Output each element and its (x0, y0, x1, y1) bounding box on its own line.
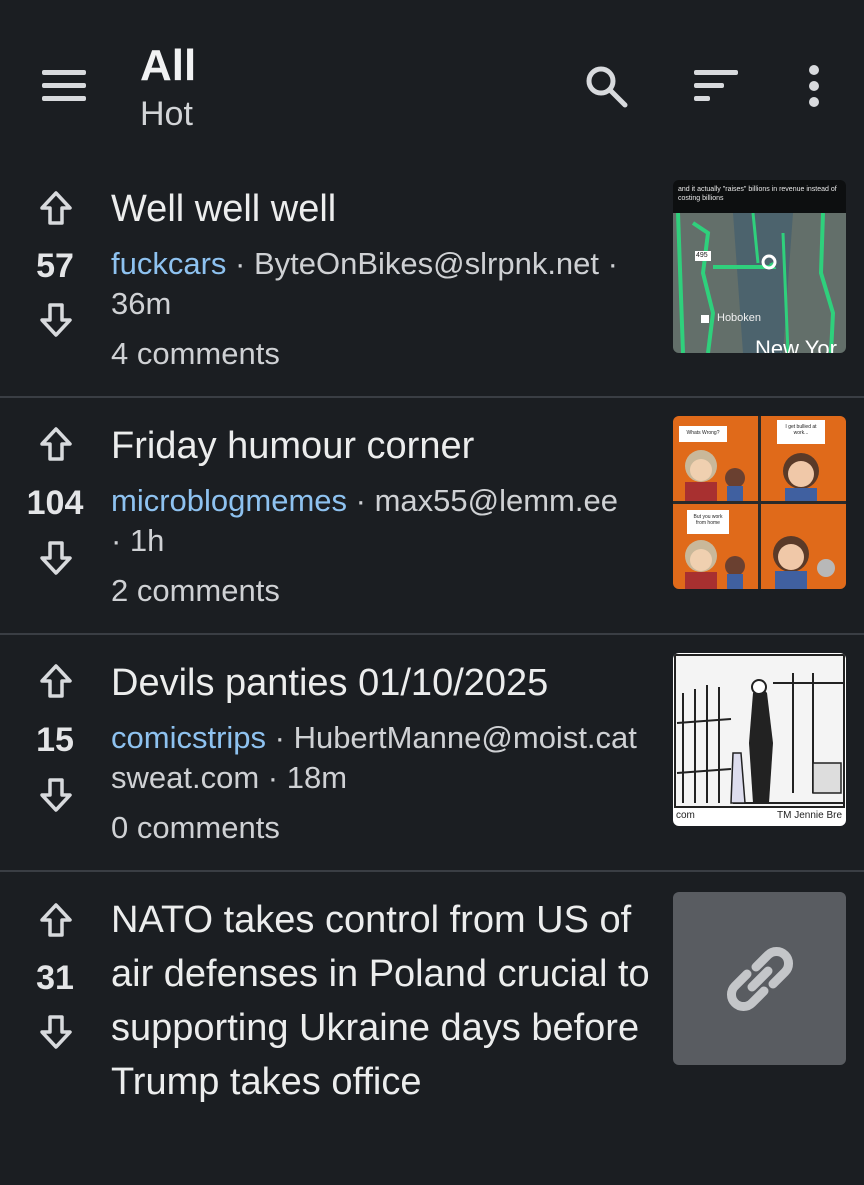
sort-icon[interactable] (690, 60, 742, 112)
upvote-arrow-icon[interactable] (36, 900, 76, 940)
post-item[interactable]: 57 Well well well fuckcars · ByteOnBikes… (0, 160, 864, 398)
comic-caption: com (676, 810, 695, 821)
comment-count[interactable]: 4 comments (111, 334, 656, 374)
downvote-arrow-icon[interactable] (36, 775, 76, 815)
search-icon[interactable] (580, 60, 632, 112)
map-label: 495 (696, 252, 708, 259)
map-label: New Yor (755, 336, 837, 353)
link-icon (726, 946, 793, 1011)
score: 104 (26, 484, 84, 522)
more-options-icon[interactable] (788, 60, 840, 112)
upvote-arrow-icon[interactable] (36, 424, 76, 464)
page-title: All (140, 41, 197, 90)
post-title[interactable]: Friday humour corner (111, 419, 656, 473)
map-label: Hoboken (717, 312, 762, 324)
community-link[interactable]: comicstrips (111, 720, 266, 755)
post-title[interactable]: Well well well (111, 182, 656, 236)
speech-bubble: Whats Wrong? (686, 430, 720, 436)
speech-bubble: I get bullied at work... (785, 424, 817, 436)
post-item[interactable]: 104 Friday humour corner microblogmemes … (0, 398, 864, 635)
upvote-arrow-icon[interactable] (36, 661, 76, 701)
downvote-arrow-icon[interactable] (36, 1012, 76, 1052)
downvote-arrow-icon[interactable] (36, 538, 76, 578)
post-thumbnail[interactable]: and it actually "raises" billions in rev… (673, 180, 846, 353)
post-thumbnail[interactable]: Whats Wrong? I get bullied at work... Bu… (673, 416, 846, 589)
speech-bubble: But you work from home (693, 514, 723, 526)
post-title[interactable]: Devils panties 01/10/2025 (111, 656, 656, 710)
sort-subtitle: Hot (140, 95, 193, 133)
app-bar: All Hot (0, 0, 864, 160)
score: 31 (36, 959, 74, 997)
comment-count[interactable]: 0 comments (111, 808, 656, 848)
post-item[interactable]: 31 NATO takes control from US of air def… (0, 872, 864, 1185)
post-title[interactable]: NATO takes control from US of air defens… (111, 893, 656, 1109)
post-thumbnail[interactable]: com TM Jennie Bre (673, 653, 846, 826)
score: 57 (36, 247, 74, 285)
post-meta: microblogmemes · max55@lemm.ee · 1h (111, 481, 631, 561)
feed-titles[interactable]: All Hot (140, 40, 196, 134)
post-meta: fuckcars · ByteOnBikes@slrpnk.net · 36m (111, 244, 656, 324)
upvote-arrow-icon[interactable] (36, 188, 76, 228)
score: 15 (36, 721, 74, 759)
menu-icon[interactable] (40, 66, 88, 106)
comic-caption: TM Jennie Bre (777, 810, 843, 821)
community-link[interactable]: fuckcars (111, 246, 226, 281)
comment-count[interactable]: 2 comments (111, 571, 656, 611)
post-meta: comicstrips · HubertManne@moist.catsweat… (111, 718, 651, 798)
comic-image (673, 416, 846, 589)
link-thumbnail[interactable] (673, 892, 846, 1065)
community-link[interactable]: microblogmemes (111, 483, 347, 518)
thumbnail-caption: and it actually "raises" billions in rev… (678, 186, 837, 202)
map-image (673, 213, 846, 353)
downvote-arrow-icon[interactable] (36, 300, 76, 340)
post-item[interactable]: 15 Devils panties 01/10/2025 comicstrips… (0, 635, 864, 872)
comic-image (674, 654, 845, 808)
